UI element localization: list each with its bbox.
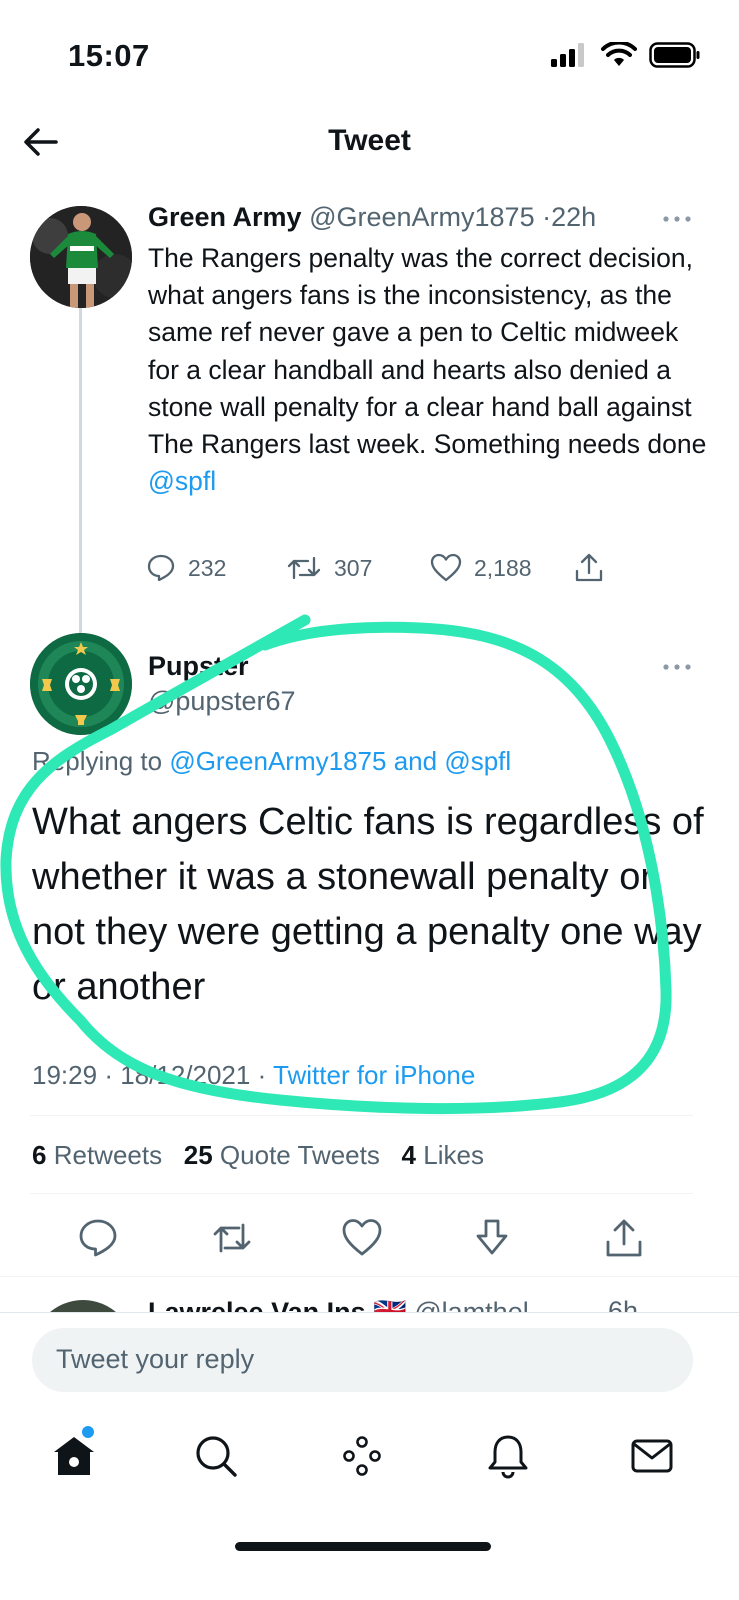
divider [30,1193,693,1194]
like-button[interactable] [340,1216,384,1260]
meta-dot: · [104,1060,113,1090]
reply-mention-2[interactable]: @spfl [444,746,511,776]
more-icon [663,664,691,670]
search-icon [196,1436,237,1477]
home-indicator[interactable] [235,1542,491,1551]
home-notification-dot [82,1426,94,1438]
mention-link[interactable]: @spfl [148,466,216,496]
tweet-text: What angers Celtic fans is regardless of… [32,801,704,1008]
replying-to: Replying to @GreenArmy1875 and @spfl [32,746,511,777]
nav-messages[interactable] [628,1432,676,1480]
more-icon [663,216,691,222]
divider [0,1312,739,1313]
likes-label: Likes [423,1140,484,1170]
display-name[interactable]: Pupster [148,651,249,682]
handle[interactable]: @pupster67 [148,686,296,717]
reply-icon [79,1219,117,1257]
heart-icon [342,1219,382,1256]
nav-notifications[interactable] [484,1432,532,1480]
next-tweet-peek[interactable]: Lawrelee Van Ins 🇬🇧 @lamthel 6h [0,1276,739,1312]
nav-spaces[interactable] [338,1432,386,1480]
reply-icon [147,554,175,582]
avatar-image [30,206,132,308]
like-button[interactable]: 2,188 [430,553,574,583]
tweet-text-content: The Rangers penalty was the correct deci… [148,243,707,460]
retweet-button[interactable] [210,1216,254,1260]
thread-connector [79,305,82,637]
page-title: Tweet [328,124,411,157]
bookmark-button[interactable] [470,1216,514,1260]
retweets-stat[interactable]: 6 Retweets [32,1140,162,1170]
meta-dot: · [257,1060,267,1090]
share-icon [575,553,603,582]
more-button[interactable] [662,652,692,678]
reply-count: 232 [188,554,227,581]
avatar [32,1300,134,1312]
next-tweet-header: Lawrelee Van Ins 🇬🇧 @lamthel [148,1296,529,1312]
retweet-icon [213,1223,251,1253]
tweet-age: 6h [608,1296,639,1312]
quotes-stat[interactable]: 25 Quote Tweets [184,1140,380,1170]
tweet-actions: 232 307 2,188 [146,552,604,584]
home-icon [54,1437,94,1475]
likes-stat[interactable]: 4 Likes [402,1140,484,1170]
share-button[interactable] [574,552,604,584]
tweet-text: The Rangers penalty was the correct deci… [148,240,708,500]
signal-icon [551,43,584,67]
mail-icon [631,1439,673,1473]
retweet-icon [287,556,321,580]
avatar-green-army[interactable] [30,206,132,308]
tweet-stats: 6 Retweets 25 Quote Tweets 4 Likes [32,1140,484,1171]
likes-count: 4 [401,1140,417,1170]
handle: @lamthel [414,1297,529,1312]
tweet-time: 19:29 [32,1060,98,1090]
status-time: 15:07 [68,38,150,73]
nav-search[interactable] [192,1432,240,1480]
avatar-pupster[interactable] [30,633,132,735]
nav-home[interactable] [50,1432,98,1480]
celtic-crest-icon [30,633,132,735]
divider [30,1115,693,1116]
display-name[interactable]: Green Army [148,202,302,232]
like-count: 2,188 [474,554,532,581]
bell-icon [488,1435,528,1479]
status-icons [551,42,701,68]
reply-button[interactable] [76,1216,120,1260]
more-button[interactable] [662,204,692,230]
share-button[interactable] [602,1216,646,1260]
wifi-icon [601,42,637,66]
tweet-age: 22h [551,202,597,232]
retweets-label: Retweets [53,1140,163,1170]
tweet-header: Green Army @GreenArmy1875 ·22h [148,202,596,233]
spaces-icon [343,1436,381,1476]
tweet-meta: 19:29 · 18/12/2021 · Twitter for iPhone [32,1060,475,1091]
reply-mention-1[interactable]: @GreenArmy1875 [169,746,386,776]
heart-icon [430,553,462,582]
handle[interactable]: @GreenArmy1875 [309,202,535,232]
reply-button[interactable]: 232 [146,553,286,583]
replying-prefix: Replying to [32,746,163,776]
tweet-source[interactable]: Twitter for iPhone [273,1060,475,1090]
battery-icon [649,42,700,68]
quotes-label: Quote Tweets [219,1140,380,1170]
retweet-button[interactable]: 307 [286,553,430,583]
share-icon [606,1219,642,1257]
retweet-count: 307 [334,554,373,581]
flag: 🇬🇧 [373,1297,407,1312]
reply-and: and [393,746,438,776]
quotes-count: 25 [183,1140,213,1170]
bookmark-icon [476,1219,508,1255]
reply-placeholder: Tweet your reply [56,1344,255,1374]
tweet-date: 18/12/2021 [120,1060,251,1090]
retweets-count: 6 [32,1140,47,1170]
separator: · [542,202,552,232]
display-name: Lawrelee Van Ins [148,1297,366,1312]
